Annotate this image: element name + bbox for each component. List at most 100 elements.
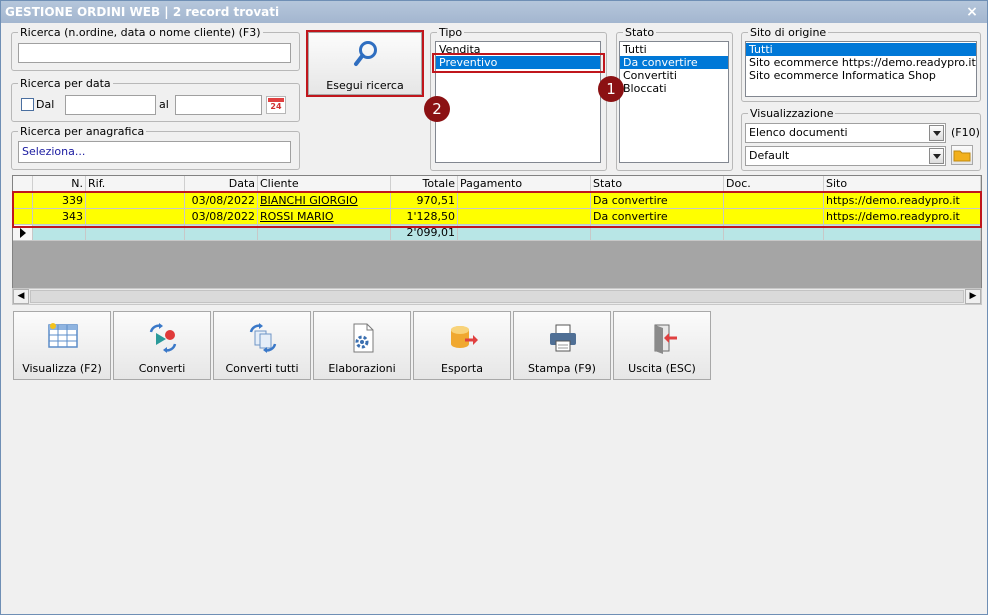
cell-cliente-link[interactable]: ROSSI MARIO (258, 209, 391, 225)
uscita-button[interactable]: Uscita (ESC) (613, 311, 711, 380)
stato-item-bloccati[interactable]: Bloccati (620, 82, 728, 95)
elaborazioni-button[interactable]: Elaborazioni (313, 311, 411, 380)
folder-button[interactable] (951, 145, 973, 165)
table-row[interactable]: 339 03/08/2022 BIANCHI GIORGIO 970,51 Da… (13, 193, 981, 209)
stampa-button[interactable]: Stampa (F9) (513, 311, 611, 380)
visualizza-button[interactable]: Visualizza (F2) (13, 311, 111, 380)
scroll-thumb[interactable] (30, 290, 964, 303)
layout-value: Default (749, 149, 790, 162)
cell-doc (724, 209, 824, 225)
col-header-data[interactable]: Data (185, 176, 258, 192)
stato-item-convertiti[interactable]: Convertiti (620, 69, 728, 82)
cell-doc (724, 193, 824, 209)
convert-all-icon (249, 323, 277, 353)
grid-horizontal-scrollbar[interactable]: ◀ ▶ (12, 288, 982, 305)
window-title: GESTIONE ORDINI WEB | 2 record trovati (5, 5, 280, 19)
cell-totale: 1'128,50 (391, 209, 458, 225)
cell-rif (86, 209, 185, 225)
tipo-group-label: Tipo (439, 26, 463, 39)
cell-stato: Da convertire (591, 209, 724, 225)
orders-grid[interactable]: N. Rif. Data Cliente Totale Pagamento St… (12, 175, 982, 305)
cell-pagamento (458, 193, 591, 209)
total-amount: 2'099,01 (391, 225, 458, 241)
sito-origine-listbox[interactable]: Tutti Sito ecommerce https://demo.readyp… (745, 41, 977, 97)
calendar-icon[interactable]: 24 (266, 96, 286, 114)
stampa-label: Stampa (F9) (528, 362, 596, 375)
col-header-cliente[interactable]: Cliente (258, 176, 391, 192)
cell-n: 339 (33, 193, 86, 209)
date-from-checkbox[interactable] (21, 98, 34, 111)
col-header-stato[interactable]: Stato (591, 176, 724, 192)
scroll-left-icon[interactable]: ◀ (13, 289, 29, 304)
search-button[interactable]: Esegui ricerca (308, 32, 422, 95)
col-header-rif[interactable]: Rif. (86, 176, 185, 192)
col-header-totale[interactable]: Totale (391, 176, 458, 192)
table-row[interactable]: 343 03/08/2022 ROSSI MARIO 1'128,50 Da c… (13, 209, 981, 225)
calendar-day: 24 (270, 102, 282, 111)
visualizzazione-group-label: Visualizzazione (750, 107, 834, 120)
view-shortcut-label: (F10) (951, 126, 980, 139)
stato-item-tutti[interactable]: Tutti (620, 43, 728, 56)
folder-icon (953, 150, 971, 162)
cell-data: 03/08/2022 (185, 193, 258, 209)
grid-header-indicator (13, 176, 33, 192)
title-bar: GESTIONE ORDINI WEB | 2 record trovati × (1, 1, 987, 23)
col-header-pagamento[interactable]: Pagamento (458, 176, 591, 192)
search-button-label: Esegui ricerca (326, 79, 404, 92)
col-header-sito[interactable]: Sito (824, 176, 981, 192)
col-header-n[interactable]: N. (33, 176, 86, 192)
chevron-down-icon[interactable] (929, 148, 944, 164)
close-icon[interactable]: × (965, 1, 979, 23)
tipo-item-vendita[interactable]: Vendita (436, 43, 600, 56)
row-indicator (13, 209, 33, 225)
totals-row: 2'099,01 (13, 225, 981, 241)
layout-select[interactable]: Default (745, 146, 946, 166)
exit-door-icon (654, 324, 677, 354)
date-search-group-label: Ricerca per data (20, 77, 111, 90)
stato-listbox[interactable]: Tutti Da convertire Convertiti Bloccati (619, 41, 729, 163)
anagrafica-select[interactable]: Seleziona... (18, 141, 291, 163)
search-input[interactable] (18, 43, 291, 63)
converti-label: Converti (138, 362, 186, 375)
cell-pagamento (458, 209, 591, 225)
esporta-label: Esporta (441, 362, 483, 375)
grid-view-icon (48, 323, 78, 348)
row-pointer-icon (13, 225, 33, 241)
cell-data: 03/08/2022 (185, 209, 258, 225)
stato-group-label: Stato (625, 26, 655, 39)
sito-item-demo[interactable]: Sito ecommerce https://demo.readypro.it (746, 56, 976, 69)
date-to-label: al (159, 98, 169, 111)
scroll-right-icon[interactable]: ▶ (965, 289, 981, 304)
esporta-button[interactable]: Esporta (413, 311, 511, 380)
uscita-label: Uscita (ESC) (628, 362, 696, 375)
date-to-field[interactable] (175, 95, 262, 115)
callout-badge-2: 2 (424, 96, 450, 122)
col-header-doc[interactable]: Doc. (724, 176, 824, 192)
cell-cliente-link[interactable]: BIANCHI GIORGIO (258, 193, 391, 209)
tipo-listbox[interactable]: Vendita Preventivo (435, 41, 601, 163)
converti-tutti-label: Converti tutti (225, 362, 299, 375)
elaborazioni-label: Elaborazioni (328, 362, 396, 375)
tipo-item-preventivo[interactable]: Preventivo (436, 56, 600, 69)
magnifier-icon (354, 41, 377, 66)
callout-badge-1: 1 (598, 76, 624, 102)
printer-icon (550, 324, 576, 352)
cell-totale: 970,51 (391, 193, 458, 209)
cell-sito: https://demo.readypro.it (824, 193, 981, 209)
chevron-down-icon[interactable] (929, 125, 944, 141)
stato-item-da-convertire[interactable]: Da convertire (620, 56, 728, 69)
converti-tutti-button[interactable]: Converti tutti (213, 311, 311, 380)
date-from-field[interactable] (65, 95, 156, 115)
anagrafica-group-label: Ricerca per anagrafica (20, 125, 145, 138)
sito-item-tutti[interactable]: Tutti (746, 43, 976, 56)
sito-item-informatica-shop[interactable]: Sito ecommerce Informatica Shop (746, 69, 976, 82)
convert-icon (149, 323, 177, 353)
visualizza-label: Visualizza (F2) (22, 362, 102, 375)
view-mode-select[interactable]: Elenco documenti (745, 123, 946, 143)
cell-stato: Da convertire (591, 193, 724, 209)
search-group-label: Ricerca (n.ordine, data o nome cliente) … (20, 26, 261, 39)
grid-header: N. Rif. Data Cliente Totale Pagamento St… (13, 176, 981, 192)
cell-n: 343 (33, 209, 86, 225)
converti-button[interactable]: Converti (113, 311, 211, 380)
sito-origine-group-label: Sito di origine (750, 26, 827, 39)
